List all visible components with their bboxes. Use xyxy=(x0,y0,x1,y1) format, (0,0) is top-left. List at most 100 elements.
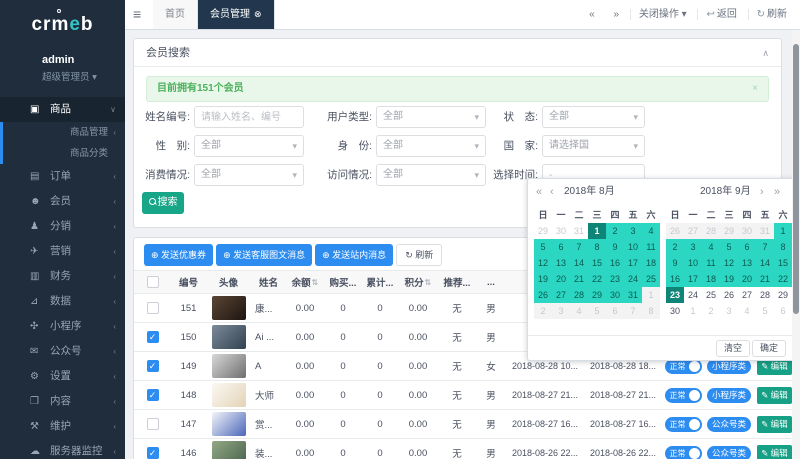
bulk-button[interactable]: ⊕ 发送客服图文消息 xyxy=(216,244,312,266)
sidebar-item-official-account[interactable]: ✉公众号‹ xyxy=(0,339,125,364)
calendar-day[interactable]: 9 xyxy=(666,255,684,271)
tab-会员管理[interactable]: 会员管理⊗ xyxy=(198,0,275,29)
calendar-day[interactable]: 8 xyxy=(774,239,792,255)
confirm-button[interactable]: 确定 xyxy=(752,340,786,357)
sidebar-item-marketing[interactable]: ✈营销‹ xyxy=(0,239,125,264)
calendar-day[interactable]: 14 xyxy=(570,255,588,271)
calendar-day[interactable]: 30 xyxy=(552,223,570,239)
calendar-day[interactable]: 6 xyxy=(774,303,792,319)
sidebar-item-data[interactable]: ⊿数据‹ xyxy=(0,289,125,314)
calendar-day[interactable]: 10 xyxy=(624,239,642,255)
calendar-day[interactable]: 30 xyxy=(666,303,684,319)
calendar-day[interactable]: 11 xyxy=(702,255,720,271)
scroll-tabs-right-button[interactable]: » xyxy=(606,9,628,20)
status-select[interactable]: 全部▾ xyxy=(542,106,645,128)
alert-close-icon[interactable]: × xyxy=(752,77,758,101)
calendar-day[interactable]: 13 xyxy=(552,255,570,271)
calendar-day[interactable]: 14 xyxy=(756,255,774,271)
name-search-input[interactable] xyxy=(194,106,304,128)
calendar-day[interactable]: 2 xyxy=(606,223,624,239)
tab-首页[interactable]: 首页 xyxy=(153,0,198,29)
row-checkbox[interactable]: ✓ xyxy=(147,360,159,372)
calendar-day[interactable]: 26 xyxy=(720,287,738,303)
calendar-day[interactable]: 24 xyxy=(624,271,642,287)
calendar-day[interactable]: 1 xyxy=(684,303,702,319)
sidebar-item-settings[interactable]: ⚙设置‹ xyxy=(0,364,125,389)
calendar-day[interactable]: 25 xyxy=(642,271,660,287)
bulk-button[interactable]: ⊕ 发送站内消息 xyxy=(315,244,393,266)
calendar-day[interactable]: 8 xyxy=(642,303,660,319)
calendar-day[interactable]: 2 xyxy=(702,303,720,319)
calendar-day[interactable]: 7 xyxy=(624,303,642,319)
header-cell[interactable] xyxy=(134,271,171,293)
calendar-day[interactable]: 29 xyxy=(588,287,606,303)
clear-button[interactable]: 清空 xyxy=(716,340,750,357)
sidebar-item-finance[interactable]: ▥财务‹ xyxy=(0,264,125,289)
search-button[interactable]: 搜索 xyxy=(142,192,184,214)
calendar-day[interactable]: 12 xyxy=(534,255,552,271)
calendar-day[interactable]: 9 xyxy=(606,239,624,255)
calendar-day[interactable]: 5 xyxy=(756,303,774,319)
sidebar-item-server[interactable]: ☁服务器监控‹ xyxy=(0,439,125,459)
scrollbar-thumb[interactable] xyxy=(793,44,799,314)
row-checkbox[interactable]: ✓ xyxy=(147,389,159,401)
calendar-day[interactable]: 1 xyxy=(774,223,792,239)
calendar-day[interactable]: 12 xyxy=(720,255,738,271)
calendar-day[interactable]: 6 xyxy=(606,303,624,319)
sidebar-item-member[interactable]: ☻会员‹ xyxy=(0,189,125,214)
sidebar-subitem[interactable]: 商品管理‹ xyxy=(0,122,125,143)
hamburger-icon[interactable]: ≡ xyxy=(133,0,141,29)
calendar-day[interactable]: 19 xyxy=(534,271,552,287)
calendar-day[interactable]: 2 xyxy=(666,239,684,255)
calendar-day[interactable]: 5 xyxy=(534,239,552,255)
calendar-day[interactable]: 29 xyxy=(534,223,552,239)
calendar-day[interactable]: 31 xyxy=(570,223,588,239)
calendar-day[interactable]: 4 xyxy=(642,223,660,239)
sort-icon[interactable]: ⇅ xyxy=(425,278,432,287)
calendar-day[interactable]: 17 xyxy=(624,255,642,271)
refresh-table-button[interactable]: ↻ 刷新 xyxy=(396,244,442,266)
calendar-day[interactable]: 3 xyxy=(624,223,642,239)
sidebar-item-maintenance[interactable]: ⚒维护‹ xyxy=(0,414,125,439)
calendar-day[interactable]: 2 xyxy=(534,303,552,319)
calendar-day[interactable]: 29 xyxy=(774,287,792,303)
calendar-day[interactable]: 25 xyxy=(702,287,720,303)
row-checkbox[interactable]: ✓ xyxy=(147,447,159,459)
calendar-day[interactable]: 30 xyxy=(606,287,624,303)
calendar-day[interactable]: 4 xyxy=(738,303,756,319)
calendar-day[interactable]: 22 xyxy=(588,271,606,287)
prev-year-icon[interactable]: « xyxy=(536,179,542,205)
calendar-day[interactable]: 22 xyxy=(774,271,792,287)
visit-select[interactable]: 全部▾ xyxy=(376,164,486,186)
next-month-icon[interactable]: › xyxy=(760,179,764,205)
calendar-day[interactable]: 21 xyxy=(570,271,588,287)
scroll-tabs-left-button[interactable]: « xyxy=(581,9,603,20)
calendar-day[interactable]: 15 xyxy=(588,255,606,271)
sidebar-subitem[interactable]: 商品分类 xyxy=(0,143,125,164)
calendar-day[interactable]: 19 xyxy=(720,271,738,287)
status-toggle[interactable]: 正常 xyxy=(665,417,702,432)
back-button[interactable]: ↩返回 xyxy=(697,9,744,20)
row-checkbox[interactable]: ✓ xyxy=(147,331,159,343)
calendar-day[interactable]: 6 xyxy=(552,239,570,255)
calendar-day[interactable]: 28 xyxy=(702,223,720,239)
gender-select[interactable]: 全部▾ xyxy=(194,135,304,157)
calendar-day[interactable]: 28 xyxy=(570,287,588,303)
sort-icon[interactable]: ⇅ xyxy=(312,278,319,287)
status-toggle[interactable]: 正常 xyxy=(665,388,702,403)
page-scrollbar[interactable] xyxy=(792,30,800,459)
calendar-day[interactable]: 23 xyxy=(606,271,624,287)
calendar-day[interactable]: 28 xyxy=(756,287,774,303)
close-operations-dropdown[interactable]: 关闭操作 ▾ xyxy=(630,9,695,20)
prev-month-icon[interactable]: ‹ xyxy=(550,179,554,205)
user-type-select[interactable]: 全部▾ xyxy=(376,106,486,128)
calendar-day[interactable]: 13 xyxy=(738,255,756,271)
bulk-button[interactable]: ⊕ 发送优惠券 xyxy=(144,244,213,266)
calendar-day[interactable]: 30 xyxy=(738,223,756,239)
sidebar-item-distribution[interactable]: ♟分销‹ xyxy=(0,214,125,239)
sidebar-item-miniprogram[interactable]: ✣小程序‹ xyxy=(0,314,125,339)
calendar-day[interactable]: 7 xyxy=(570,239,588,255)
calendar-day[interactable]: 7 xyxy=(756,239,774,255)
calendar-day[interactable]: 5 xyxy=(720,239,738,255)
refresh-page-button[interactable]: ↻刷新 xyxy=(748,9,795,20)
